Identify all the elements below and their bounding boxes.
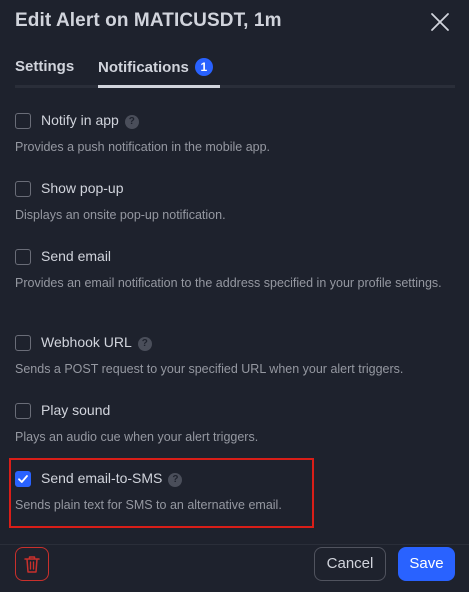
tab-settings-label: Settings xyxy=(15,58,75,75)
tab-track xyxy=(15,85,455,88)
active-tab-indicator xyxy=(98,85,220,88)
notification-count-badge: 1 xyxy=(194,58,213,76)
play-sound-description: Plays an audio cue when your alert trigg… xyxy=(15,430,259,444)
tab-notifications-label: Notifications xyxy=(98,59,189,76)
notify-in-app-description: Provides a push notification in the mobi… xyxy=(15,140,271,154)
webhook-url-description: Sends a POST request to your specified U… xyxy=(15,362,404,376)
highlight-box xyxy=(9,458,314,528)
notify-in-app-checkbox[interactable] xyxy=(15,113,31,129)
send-email-checkbox[interactable] xyxy=(15,249,31,265)
cancel-button[interactable]: Cancel xyxy=(314,547,386,581)
footer-divider xyxy=(0,544,469,545)
notify-in-app-label-row[interactable]: Notify in app? xyxy=(41,112,139,129)
show-popup-label-row[interactable]: Show pop-up xyxy=(41,180,124,196)
show-popup-checkbox[interactable] xyxy=(15,181,31,197)
play-sound-checkbox[interactable] xyxy=(15,403,31,419)
webhook-url-label-row[interactable]: Webhook URL? xyxy=(41,334,152,351)
dialog-title: Edit Alert on MATICUSDT, 1m xyxy=(15,10,282,31)
show-popup-label: Show pop-up xyxy=(41,180,124,196)
close-icon[interactable] xyxy=(429,11,451,33)
question-icon[interactable]: ? xyxy=(137,337,152,351)
send-email-description: Provides an email notification to the ad… xyxy=(15,276,442,290)
webhook-url-checkbox[interactable] xyxy=(15,335,31,351)
trash-icon xyxy=(24,556,40,573)
notify-in-app-label: Notify in app xyxy=(41,112,119,128)
send-email-label: Send email xyxy=(41,248,112,264)
tab-notifications[interactable]: Notifications 1 xyxy=(98,58,213,76)
webhook-url-label: Webhook URL xyxy=(41,334,132,350)
play-sound-label-row[interactable]: Play sound xyxy=(41,402,110,418)
question-icon[interactable]: ? xyxy=(124,115,139,129)
play-sound-label: Play sound xyxy=(41,402,111,418)
show-popup-description: Displays an onsite pop-up notification. xyxy=(15,208,226,222)
save-button[interactable]: Save xyxy=(398,547,455,581)
tab-bar: Settings Notifications 1 xyxy=(15,58,455,88)
send-email-label-row[interactable]: Send email xyxy=(41,248,111,264)
tab-settings[interactable]: Settings xyxy=(15,58,74,75)
delete-alert-button[interactable] xyxy=(15,547,49,581)
